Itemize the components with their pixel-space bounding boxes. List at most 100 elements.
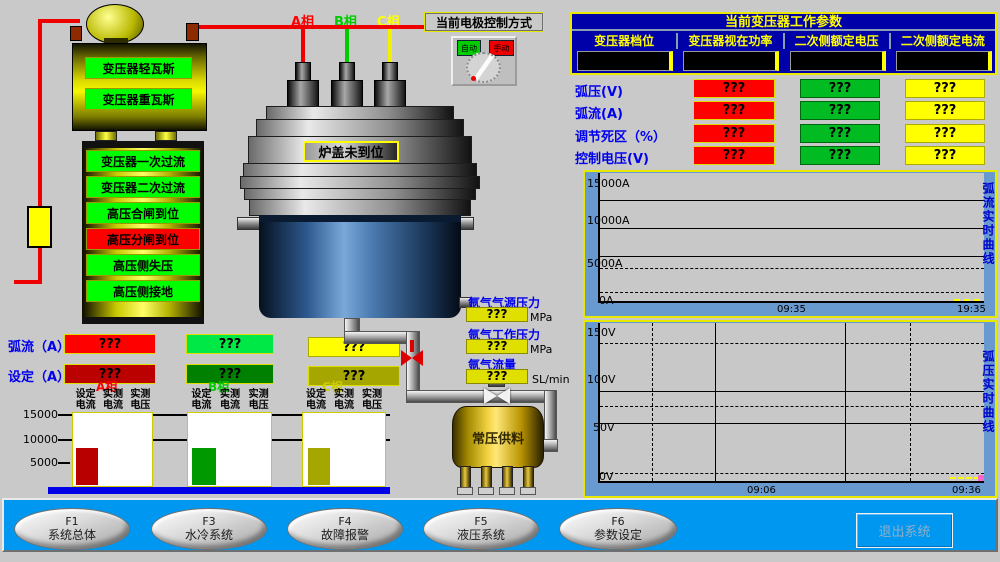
bar-columns-c: 设定电流 实测电流 实测电压: [302, 389, 386, 411]
nav-key: F4: [288, 509, 402, 528]
electrode-b-stem: [339, 62, 355, 82]
xtick: 09:35: [777, 304, 806, 315]
nav-key: F3: [152, 509, 266, 528]
pipe-horizontal-2: [406, 390, 556, 403]
bar-panel-c: [302, 412, 386, 487]
ytick: 0V: [599, 470, 614, 483]
nav-f1-system-overview[interactable]: F1 系统总体: [14, 508, 130, 550]
control-mode-title: 当前电极控制方式: [424, 12, 544, 32]
furnace-nozzle-left: [237, 217, 261, 230]
furnace-lid-band: [266, 106, 454, 120]
nav-f3-water-cooling[interactable]: F3 水冷系统: [151, 508, 267, 550]
arc-current-b-box: ???: [186, 334, 274, 354]
nav-label: 参数设定: [560, 528, 676, 542]
bar-a-setpoint: [76, 448, 98, 485]
transformer-heavy-gas-alarm: 变压器重瓦斯: [85, 88, 192, 110]
table-header-voltage: 二次侧额定电压: [785, 33, 889, 49]
nav-f5-hydraulic-system[interactable]: F5 液压系统: [423, 508, 539, 550]
bar-baseline: [48, 487, 390, 494]
furnace-lid-band: [243, 163, 477, 177]
xtick: 09:36: [952, 485, 981, 496]
vessel-foot: [478, 487, 494, 495]
deadband-c: ???: [905, 124, 985, 143]
ytick: 100V: [587, 373, 616, 386]
transformer-foot: [95, 131, 117, 141]
transformer-terminal-right: [186, 23, 199, 41]
trend-plot-area: [598, 323, 984, 483]
trend-title-arc-voltage: 弧压实时曲线: [981, 350, 995, 478]
arc-current-b: ???: [800, 101, 880, 120]
bar-columns-a: 设定电流 实测电流 实测电压: [72, 389, 154, 411]
deadband-label: 调节死区（%）: [575, 126, 666, 145]
alarm-hv-ground: 高压侧接地: [86, 280, 200, 302]
electrode-c-stem: [382, 62, 398, 82]
setpoint-b-box: ???: [186, 364, 274, 384]
arc-voltage-label: 弧压(V): [575, 81, 623, 100]
nav-key: F6: [560, 509, 676, 528]
ytick: 10000A: [587, 214, 630, 227]
lid-status-label: 炉盖未到位: [303, 141, 399, 162]
nav-label: 故障报警: [288, 528, 402, 542]
nav-label: 系统总体: [15, 528, 129, 542]
arc-current-label: 弧流(A): [575, 103, 623, 122]
xtick: 09:06: [747, 485, 776, 496]
table-value-power: [683, 51, 779, 71]
bar-b-setpoint: [192, 448, 216, 485]
nav-key: F5: [424, 509, 538, 528]
isolator-symbol: [27, 206, 52, 248]
gas-source-pressure-value: ???: [466, 307, 528, 322]
feeder-vessel: 常压供料: [452, 406, 544, 468]
bar-c-setpoint: [308, 448, 330, 485]
transformer-foot: [155, 131, 177, 141]
vessel-foot: [457, 487, 473, 495]
nav-label: 水冷系统: [152, 528, 266, 542]
bar-ytick-5000: 5000: [14, 456, 58, 469]
table-header-current: 二次侧额定电流: [891, 33, 995, 49]
table-value-current: [896, 51, 992, 71]
gas-flow-value: ???: [466, 369, 528, 384]
bar-tickmark: [58, 462, 70, 464]
ytick: 5000A: [587, 257, 623, 270]
ytick: 150V: [587, 326, 616, 339]
transformer-terminal-left: [70, 26, 82, 41]
bar-panel-b: [187, 412, 272, 487]
ytick: 50V: [593, 421, 615, 434]
ytick: 15000A: [587, 177, 630, 190]
arc-current-a: ???: [693, 101, 775, 120]
hmi-screen: 变压器轻瓦斯 变压器重瓦斯 变压器一次过流 变压器二次过流 高压合闸到位 高压分…: [0, 0, 1000, 562]
exit-system-button[interactable]: 退出系统: [856, 513, 953, 548]
hv-line-top: [38, 19, 80, 23]
vessel-leg: [502, 466, 513, 488]
vessel-foot: [499, 487, 515, 495]
bar-ytick-10000: 10000: [14, 433, 58, 446]
trend-plot-area: [598, 173, 984, 303]
arc-current-a-box: ???: [64, 334, 156, 354]
dial-pointer-dot: [471, 76, 476, 81]
vessel-leg: [460, 466, 471, 488]
table-header-tap: 变压器档位: [572, 33, 676, 49]
arc-voltage-a: ???: [693, 79, 775, 98]
table-header-power: 变压器视在功率: [678, 33, 782, 49]
table-value-voltage: [790, 51, 886, 71]
alarm-primary-overcurrent: 变压器一次过流: [86, 150, 200, 172]
bar-ytick-15000: 15000: [14, 408, 58, 421]
control-voltage-label: 控制电压(V): [575, 148, 649, 167]
arc-current-trend-chart: 15000A 10000A 5000A 0A 09:35 19:35 弧流实时曲…: [583, 170, 997, 318]
furnace-nozzle-right: [459, 217, 474, 230]
gas-source-pressure-unit: MPa: [530, 311, 552, 324]
nav-f4-fault-alarm[interactable]: F4 故障报警: [287, 508, 403, 550]
alarm-hv-close-position: 高压合闸到位: [86, 202, 200, 224]
deadband-b: ???: [800, 124, 880, 143]
alarm-hv-voltage-loss: 高压侧失压: [86, 254, 200, 276]
setpoint-row-label: 设定（A）: [8, 366, 70, 385]
vessel-foot: [520, 487, 536, 495]
furnace-lid-band: [256, 119, 464, 137]
nav-key: F1: [15, 509, 129, 528]
trend-title-arc-current: 弧流实时曲线: [981, 182, 995, 310]
transformer-light-gas-alarm: 变压器轻瓦斯: [85, 57, 192, 79]
furnace-vessel: [259, 215, 461, 318]
control-voltage-b: ???: [800, 146, 880, 165]
nav-f6-parameter-setting[interactable]: F6 参数设定: [559, 508, 677, 550]
alarm-hv-open-position: 高压分闸到位: [86, 228, 200, 250]
control-voltage-c: ???: [905, 146, 985, 165]
